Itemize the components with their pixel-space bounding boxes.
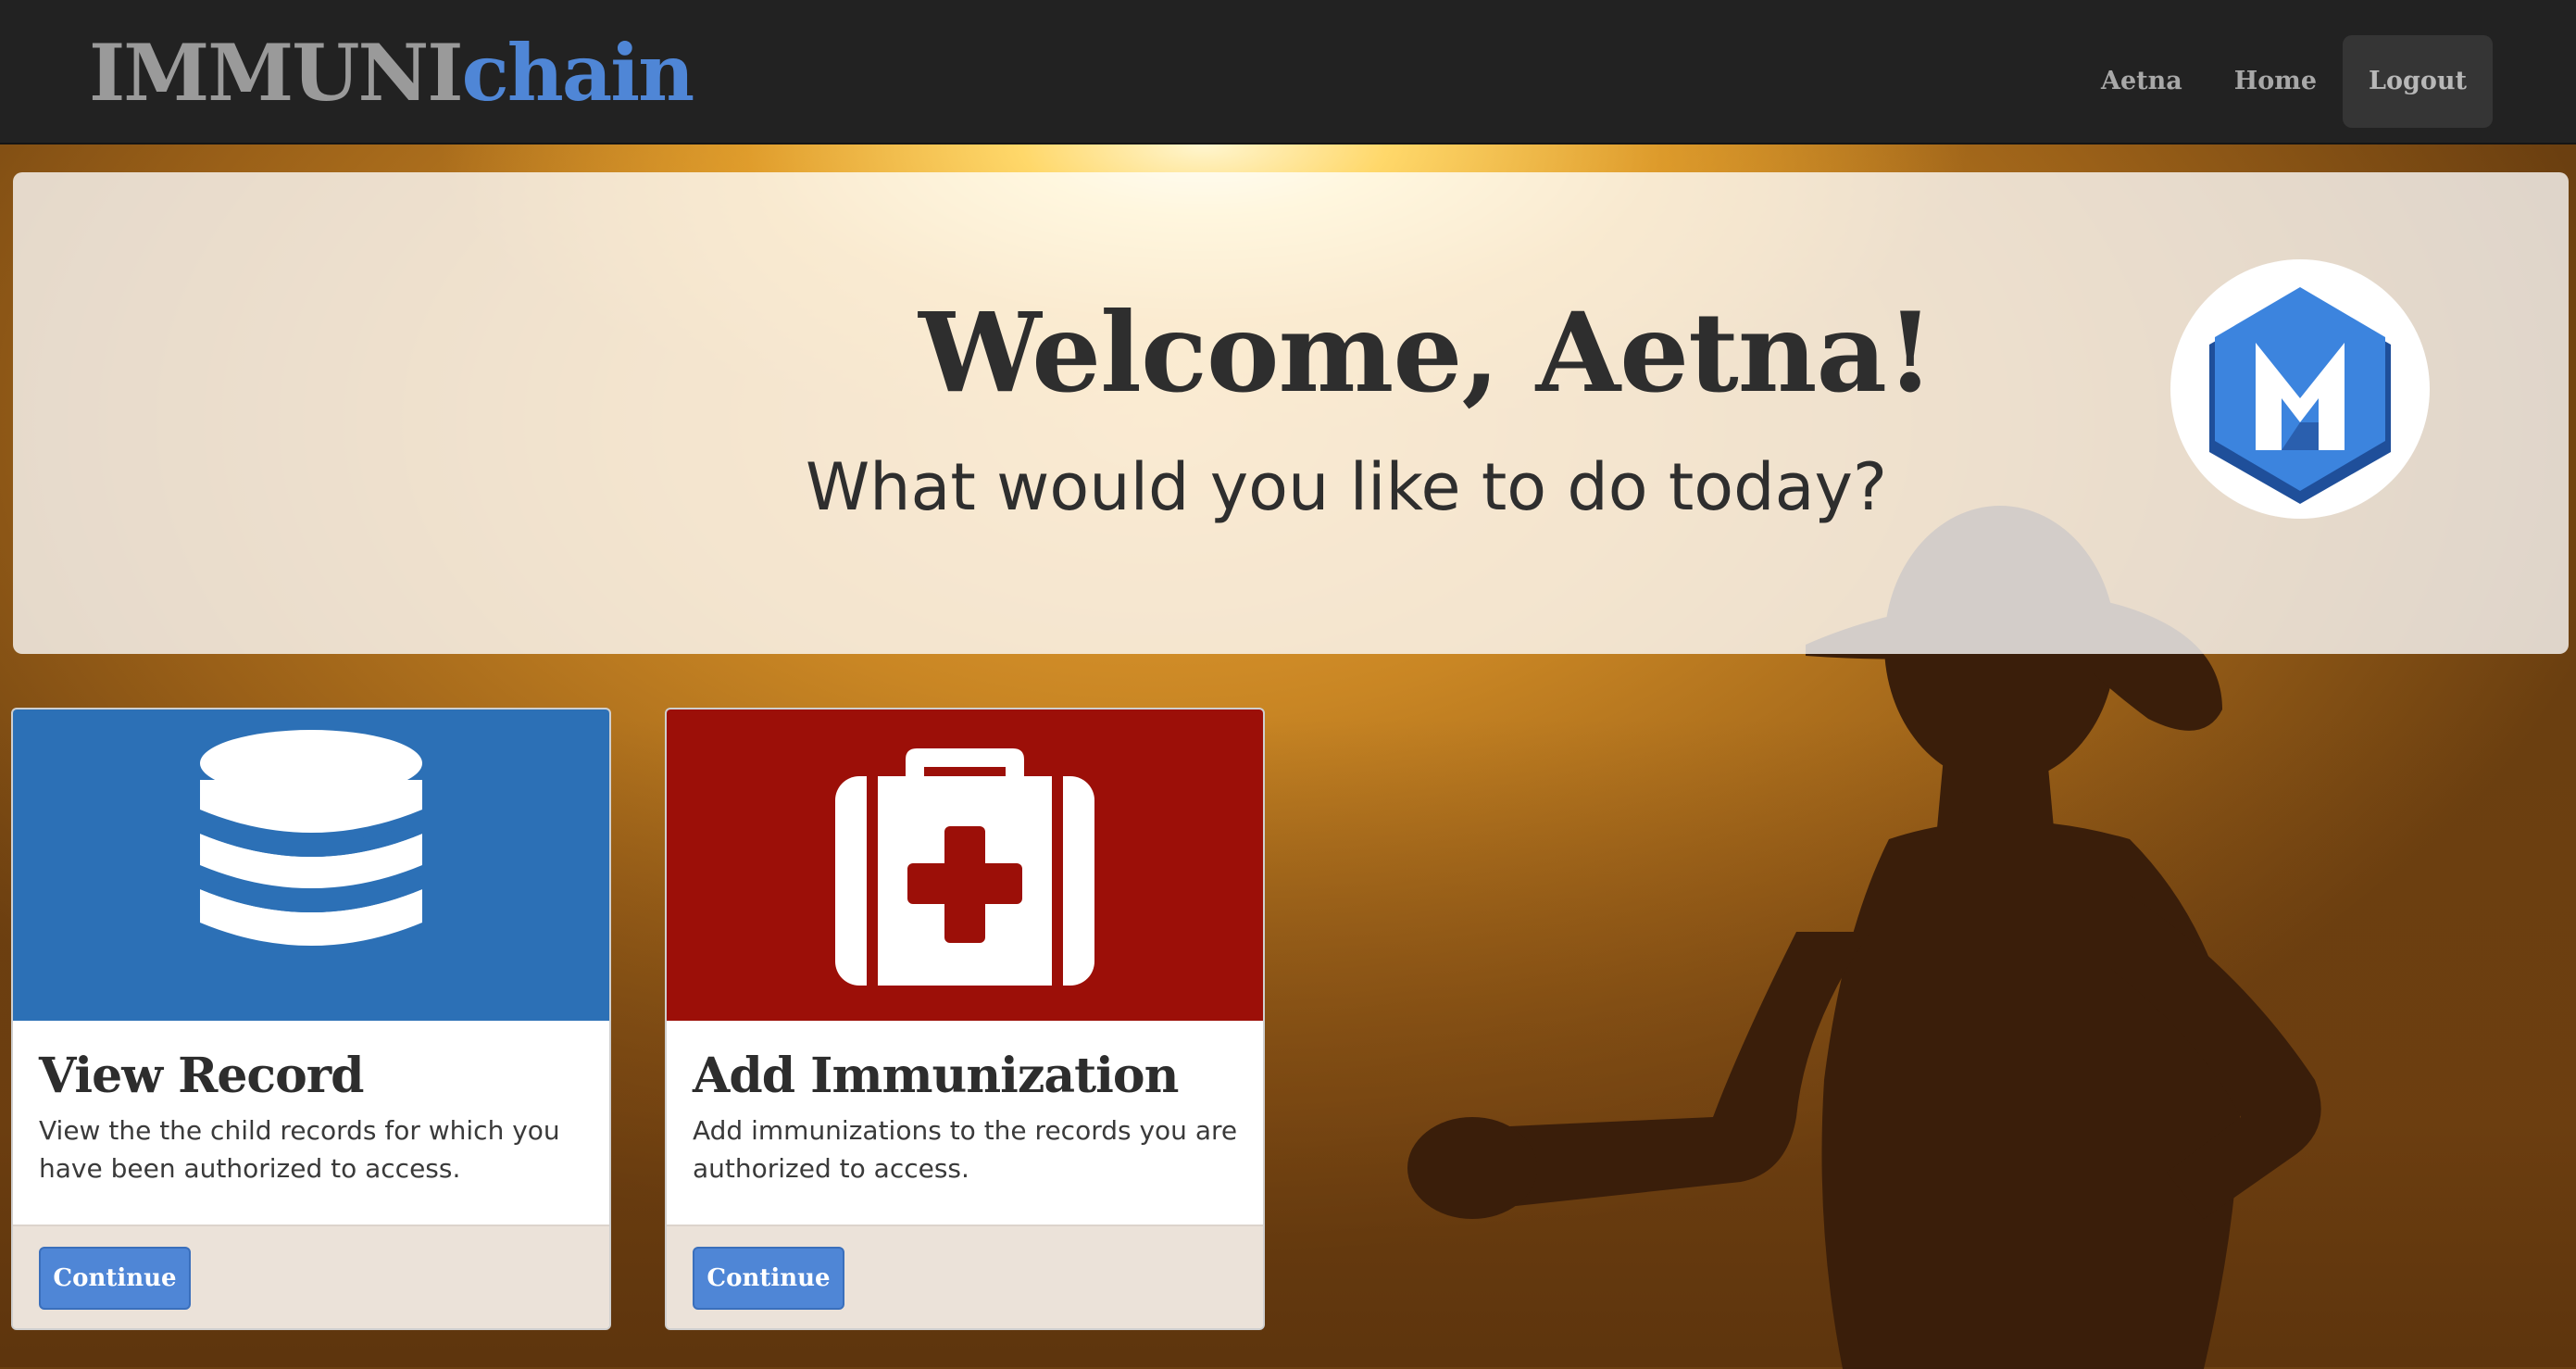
view-record-card-media xyxy=(13,710,609,1021)
card-description: View the the child records for which you… xyxy=(39,1115,560,1184)
database-icon xyxy=(200,730,422,946)
brand-text-chain: chain xyxy=(461,27,695,119)
nav-link-home[interactable]: Home xyxy=(2208,35,2343,128)
card-title: Add Immunization xyxy=(693,1048,1179,1104)
card-footer: Continue xyxy=(667,1225,1263,1328)
card-footer: Continue xyxy=(13,1225,609,1328)
card-title: View Record xyxy=(39,1048,365,1104)
first-aid-kit-icon xyxy=(835,748,1094,986)
nav-link-logout[interactable]: Logout xyxy=(2343,35,2493,128)
view-record-card: View Record View the the child records f… xyxy=(11,708,611,1330)
card-description: Add immunizations to the records you are… xyxy=(693,1115,1238,1184)
hexagon-m-logo-icon xyxy=(2170,259,2430,519)
add-immunization-card: Add Immunization Add immunizations to th… xyxy=(665,708,1265,1330)
add-immunization-continue-button[interactable]: Continue xyxy=(693,1247,844,1310)
welcome-panel: Welcome, Aetna! What would you like to d… xyxy=(13,172,2569,654)
view-record-continue-button[interactable]: Continue xyxy=(39,1247,191,1310)
nav-link-aetna[interactable]: Aetna xyxy=(2075,35,2208,128)
top-navbar: IMMUNIchain Aetna Home Logout xyxy=(0,0,2576,144)
brand-text-immuni: IMMUNI xyxy=(89,27,464,119)
add-immunization-card-media xyxy=(667,710,1263,1021)
brand-logo[interactable]: IMMUNIchain xyxy=(89,31,694,115)
nav-links: Aetna Home Logout xyxy=(2075,35,2493,128)
